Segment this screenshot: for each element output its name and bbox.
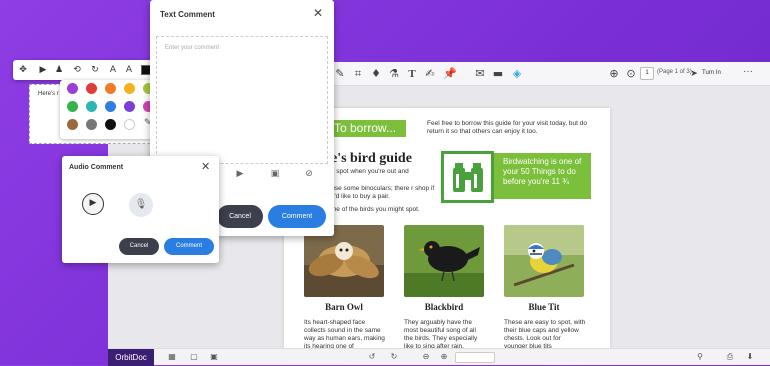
print-icon[interactable]: ⎙ — [724, 351, 736, 363]
color-swatch[interactable] — [105, 119, 116, 130]
grid-view-icon[interactable]: ▦ — [166, 351, 178, 363]
color-swatch[interactable] — [124, 101, 135, 112]
binoculars-paragraph: to use some binoculars; there r shop if … — [324, 185, 435, 200]
color-swatch[interactable] — [124, 119, 135, 130]
color-swatch[interactable] — [124, 83, 135, 94]
callout-text: Birdwatching is one of your 50 Things to… — [503, 157, 582, 186]
font-size-icon[interactable]: A — [105, 62, 121, 78]
fill-icon[interactable]: ⚗ — [386, 66, 402, 82]
font-style-icon[interactable]: A — [121, 62, 137, 78]
microphone-icon[interactable]: 🎙 — [129, 193, 153, 217]
undo-icon[interactable]: ↺ — [366, 351, 378, 363]
download-icon[interactable]: ⬇ — [744, 351, 756, 363]
binoculars-icon — [453, 163, 483, 192]
image-icon[interactable]: ◈ — [509, 66, 525, 82]
dialog-title: Audio Comment — [69, 164, 124, 171]
color-swatch[interactable] — [67, 83, 78, 94]
bird-name: Barn Owl — [325, 302, 363, 312]
move-handle-icon[interactable]: ✥ — [15, 62, 31, 78]
bottom-toolbar: OrbitDoc ▦ ▢ ▣ ↺ ↻ ⊖ ⊕ ⚲ ⎙ ⬇ — [108, 348, 770, 366]
borrow-heading: To borrow... — [324, 120, 406, 137]
pin-icon[interactable]: 📌 — [442, 66, 458, 82]
blue-tit-image — [504, 225, 584, 297]
zoom-select[interactable] — [455, 352, 495, 363]
bird-description: These are easy to spot, with their blue … — [504, 319, 586, 348]
comment-button[interactable]: Comment — [268, 205, 326, 228]
color-palette: ✎ — [60, 80, 162, 139]
audio-play-icon[interactable]: ▶ — [233, 167, 247, 181]
brand-logo: OrbitDoc — [108, 349, 154, 366]
borrow-text: Feel free to borrow this guide for your … — [427, 120, 587, 135]
guide-title: ve's bird guide — [324, 151, 412, 166]
comment-icon[interactable]: ✉ — [472, 66, 488, 82]
zoom-out-icon[interactable]: ⊖ — [420, 351, 432, 363]
download-circle-icon[interactable]: ⊙ — [623, 66, 639, 82]
text-tool-icon[interactable]: T — [404, 66, 420, 82]
color-swatch[interactable] — [67, 119, 78, 130]
rotate-icon[interactable]: ⟲ — [69, 62, 85, 78]
upload-icon[interactable]: ⊕ — [606, 66, 622, 82]
signature-icon[interactable]: ✍ — [422, 66, 438, 82]
more-menu-button[interactable]: ··· — [743, 66, 753, 77]
stamp-icon[interactable]: ♟ — [51, 62, 67, 78]
send-icon[interactable]: ➤ — [686, 66, 702, 82]
play-icon[interactable]: ▶ — [35, 62, 51, 78]
audio-comment-dialog: Audio Comment ✕ ▶ 🎙 Cancel Comment — [62, 156, 219, 263]
refresh-icon[interactable]: ↻ — [87, 62, 103, 78]
turn-in-button[interactable]: Turn In — [702, 67, 721, 80]
search-icon[interactable]: ⚲ — [694, 351, 706, 363]
zoom-in-icon[interactable]: ⊕ — [438, 351, 450, 363]
marker-icon[interactable]: ♦ — [368, 66, 384, 82]
paperclip-icon[interactable]: ⊘ — [302, 167, 316, 181]
pen-icon[interactable]: ✎ — [332, 66, 348, 82]
birds-paragraph: some of the birds you might spot. — [324, 206, 420, 213]
redo-icon[interactable]: ↻ — [388, 351, 400, 363]
color-swatch[interactable] — [105, 101, 116, 112]
play-icon[interactable]: ▶ — [82, 193, 104, 215]
color-swatch[interactable] — [105, 83, 116, 94]
close-icon[interactable]: ✕ — [313, 6, 323, 20]
bird-description: They arguably have the most beautiful so… — [404, 319, 478, 348]
comment-textarea[interactable]: Enter your comment — [156, 36, 328, 164]
color-swatch[interactable] — [67, 101, 78, 112]
intro-paragraph: you spot when you're out and — [324, 168, 409, 175]
close-icon[interactable]: ✕ — [201, 160, 210, 173]
single-page-icon[interactable]: ▢ — [188, 351, 200, 363]
color-swatch[interactable] — [86, 101, 97, 112]
comment-button[interactable]: Comment — [164, 238, 214, 255]
cancel-button[interactable]: Cancel — [217, 205, 263, 228]
blackbird-image — [404, 225, 484, 297]
note-icon[interactable]: ▬ — [490, 66, 506, 82]
dialog-title: Text Comment — [160, 10, 215, 19]
color-swatch[interactable] — [86, 83, 97, 94]
bird-name: Blackbird — [424, 302, 464, 312]
binoculars-frame — [441, 151, 494, 203]
cancel-button[interactable]: Cancel — [119, 238, 159, 255]
bird-description: Its heart-shaped face collects sound in … — [304, 319, 385, 348]
crop-icon[interactable]: ⌗ — [350, 66, 366, 82]
bird-name: Blue Tit — [528, 302, 560, 312]
note-text: Here's r — [38, 91, 59, 97]
color-swatch[interactable] — [86, 119, 97, 130]
page-number-input[interactable]: 1 — [640, 67, 654, 80]
image-attach-icon[interactable]: ▣ — [268, 167, 282, 181]
double-page-icon[interactable]: ▣ — [208, 351, 220, 363]
